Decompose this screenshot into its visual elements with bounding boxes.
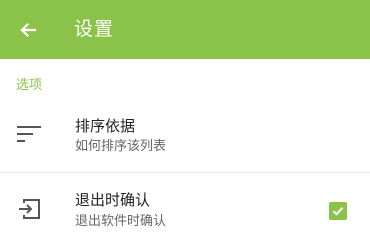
checkmark-icon: [332, 207, 344, 216]
preference-title: 退出时确认: [75, 191, 151, 209]
section-header-options: 选项: [16, 78, 43, 93]
confirm-on-exit-checkbox[interactable]: [329, 202, 347, 220]
preference-confirm-on-exit[interactable]: 退出时确认 退出软件时确认: [0, 178, 370, 238]
preference-summary: 退出软件时确认: [75, 214, 167, 229]
divider: [0, 172, 370, 173]
preference-sort-by[interactable]: 排序依据 如何排序该列表: [0, 106, 370, 166]
exit-icon: [14, 193, 46, 225]
preference-title: 排序依据: [75, 117, 136, 135]
back-button[interactable]: [14, 16, 42, 44]
preference-summary: 如何排序该列表: [75, 139, 167, 154]
page-title: 设置: [74, 18, 115, 40]
arrow-back-icon: [20, 22, 37, 38]
sort-icon: [14, 118, 46, 150]
app-bar: 设置: [0, 0, 370, 59]
